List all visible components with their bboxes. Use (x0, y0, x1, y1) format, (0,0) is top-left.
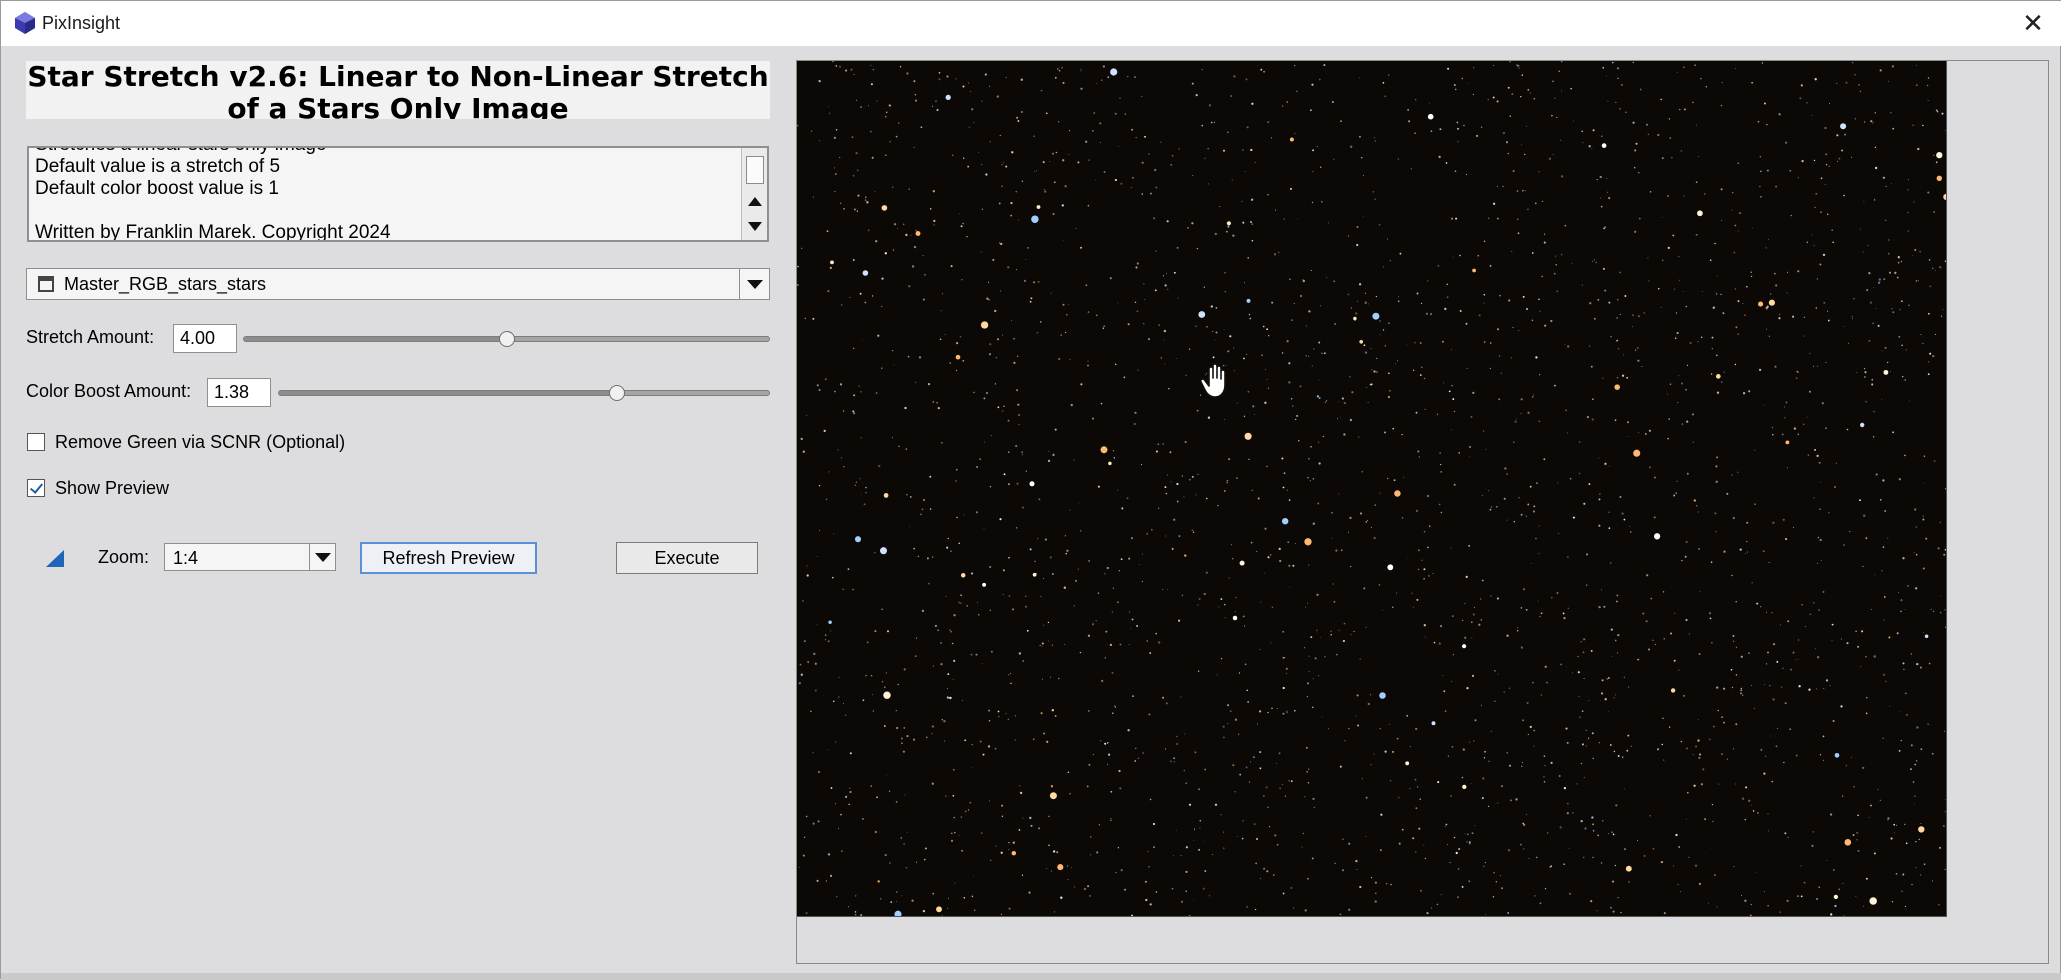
scrollbar-thumb[interactable] (746, 156, 764, 184)
color-boost-slider-thumb[interactable] (609, 385, 626, 401)
window-title: PixInsight (42, 13, 121, 33)
zoom-value: 1:4 (173, 548, 199, 568)
script-heading: Star Stretch v2.6: Linear to Non-Linear … (26, 61, 770, 119)
pixinsight-logo-icon (15, 12, 35, 34)
preview-panel[interactable] (796, 60, 2049, 964)
chevron-down-icon[interactable] (309, 544, 335, 570)
color-boost-label: Color Boost Amount: (26, 381, 192, 401)
color-boost-input[interactable]: 1.38 (207, 378, 271, 407)
target-view-select[interactable]: Master_RGB_stars_stars (26, 268, 770, 300)
scroll-up-arrow-icon[interactable] (748, 197, 762, 206)
heading-line-2: of a Stars Only Image (227, 92, 569, 120)
info-scrollbar[interactable] (741, 148, 767, 240)
stretch-amount-input[interactable]: 4.00 (173, 324, 237, 353)
show-preview-checkbox[interactable] (27, 479, 45, 497)
star-field-canvas (797, 61, 1946, 916)
scnr-checkbox[interactable] (27, 433, 45, 451)
star-stretch-dialog: PixInsight ✕ Star Stretch v2.6: Linear t… (0, 0, 2061, 980)
info-text-box[interactable]: Stretches a linear stars only image Defa… (27, 146, 769, 242)
stretch-amount-slider[interactable] (243, 331, 770, 347)
stretch-slider-thumb[interactable] (498, 331, 515, 347)
image-view-icon (38, 276, 54, 292)
execute-button[interactable]: Execute (616, 542, 758, 574)
info-line: Written by Franklin Marek. Copyright 202… (35, 222, 391, 242)
info-line: Stretches a linear stars only image (35, 148, 391, 156)
info-line: Default value is a stretch of 5 (35, 156, 281, 177)
resize-handle-icon[interactable] (46, 550, 64, 567)
scnr-label: Remove Green via SCNR (Optional) (55, 432, 346, 452)
refresh-preview-button[interactable]: Refresh Preview (360, 542, 537, 574)
stretch-slider-fill (244, 337, 507, 341)
info-line (35, 200, 391, 222)
hand-pan-cursor-icon (1200, 363, 1226, 398)
close-button[interactable]: ✕ (2004, 1, 2061, 46)
star-field-preview-image[interactable] (797, 61, 1947, 917)
color-boost-slider-fill (279, 391, 618, 395)
zoom-label: Zoom: (98, 547, 150, 567)
show-preview-label: Show Preview (55, 478, 170, 498)
title-bar[interactable]: PixInsight ✕ (1, 1, 2061, 46)
target-view-value: Master_RGB_stars_stars (64, 274, 267, 294)
chevron-down-icon[interactable] (739, 269, 769, 299)
close-icon: ✕ (2022, 8, 2044, 38)
zoom-select[interactable]: 1:4 (164, 543, 336, 571)
heading-line-1: Star Stretch v2.6: Linear to Non-Linear … (27, 61, 769, 93)
scroll-down-arrow-icon[interactable] (748, 222, 762, 231)
info-line: Default color boost value is 1 (35, 178, 279, 199)
stretch-amount-label: Stretch Amount: (26, 327, 155, 347)
color-boost-slider[interactable] (278, 385, 770, 401)
